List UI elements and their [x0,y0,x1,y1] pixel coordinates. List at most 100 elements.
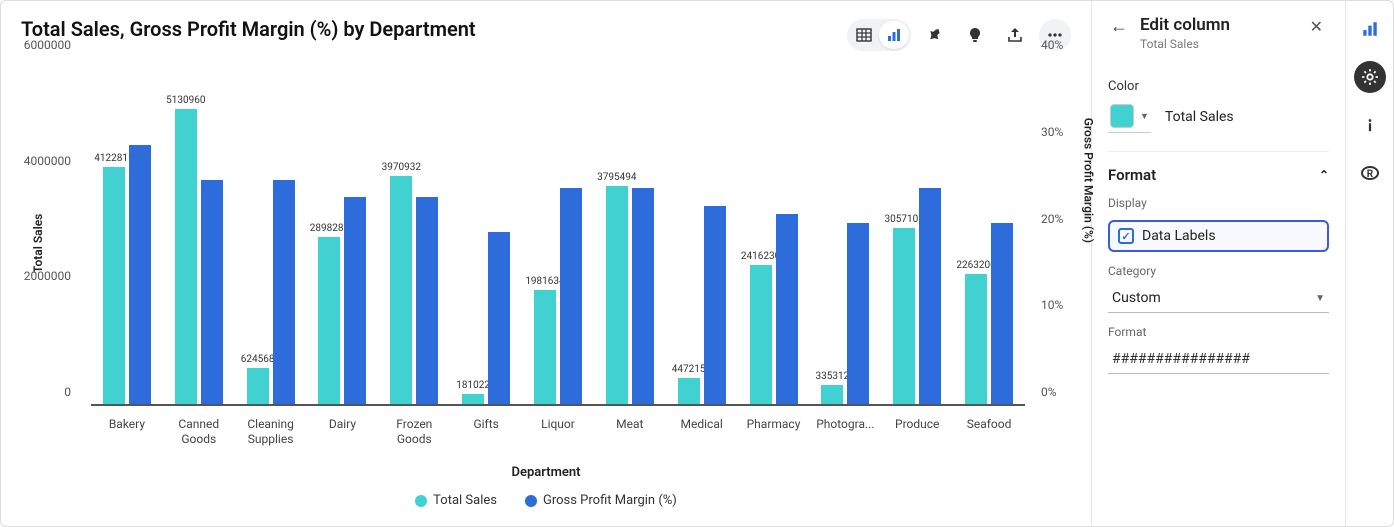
table-view-button[interactable] [849,21,879,49]
bar-total-sales[interactable]: 3970932 [390,176,412,404]
legend-swatch-icon [525,495,537,507]
category-select[interactable]: Custom ▼ [1108,284,1329,313]
bar-total-sales[interactable]: 3057105 [893,228,915,404]
chart-view-button[interactable] [879,21,909,49]
bar-gross-profit[interactable] [919,188,941,404]
bar-total-sales[interactable]: 1981634 [534,290,556,404]
bar-gross-profit[interactable] [560,188,582,404]
x-tick-label: Meat [594,417,666,446]
legend-item[interactable]: Gross Profit Margin (%) [525,493,677,508]
data-label: 3795494 [597,172,636,183]
data-label: 2416230 [741,251,780,262]
pin-button[interactable] [919,19,951,51]
x-tick-label: Gifts [450,417,522,446]
bar-total-sales[interactable]: 2898285 [318,237,340,404]
bar-gross-profit[interactable] [847,223,869,404]
category-group: 3057105 [881,59,953,404]
chart-config-button[interactable] [1354,13,1386,45]
y2-tick: 40% [1041,38,1063,52]
y2-tick: 30% [1041,125,1063,139]
data-label: 2898285 [310,223,349,234]
color-column-name: Total Sales [1165,109,1234,125]
chart-panel: Total Sales, Gross Profit Margin (%) by … [1,1,1091,526]
right-rail: R [1345,1,1393,526]
y2-axis-label: Gross Profit Margin (%) [1081,117,1095,242]
category-group: 2898285 [307,59,379,404]
y2-tick: 10% [1041,298,1063,312]
bar-gross-profit[interactable] [776,214,798,404]
legend-item[interactable]: Total Sales [415,493,497,508]
data-label: 4122811 [94,153,133,164]
info-button[interactable] [1354,109,1386,141]
color-swatch-icon [1110,104,1134,128]
format-input[interactable]: ################ [1108,345,1329,374]
format-section-toggle[interactable]: Format ⌃ [1108,151,1329,184]
panel-subtitle: Total Sales [1140,37,1230,51]
y-tick: 6000000 [24,38,71,52]
bar-gross-profit[interactable] [704,206,726,404]
bar-total-sales[interactable]: 624568 [247,368,269,404]
bar-gross-profit[interactable] [488,232,510,405]
chevron-up-icon: ⌃ [1319,168,1329,182]
close-button[interactable]: ✕ [1304,15,1329,38]
category-group: 4122811 [91,59,163,404]
y2-axis-ticks: 0% 10% 20% 30% 40% [1037,59,1071,406]
bar-gross-profit[interactable] [991,223,1013,404]
color-row: ▼ Total Sales [1108,100,1329,133]
bar-total-sales[interactable]: 181022 [462,394,484,404]
settings-button[interactable] [1354,61,1386,93]
y2-tick: 20% [1041,212,1063,226]
data-label: 624568 [241,354,275,365]
legend-swatch-icon [415,495,427,507]
data-label: 3057105 [885,214,924,225]
category-group: 1981634 [522,59,594,404]
share-button[interactable] [999,19,1031,51]
data-labels-checkbox[interactable]: ✓ Data Labels [1108,220,1329,252]
color-section-label: Color [1108,79,1329,94]
bar-gross-profit[interactable] [416,197,438,404]
x-axis-label: Department [511,465,580,480]
insight-button[interactable] [959,19,991,51]
bar-total-sales[interactable]: 335312 [821,385,843,404]
data-label: 1981634 [525,276,564,287]
x-tick-label: CleaningSupplies [235,417,307,446]
y-tick: 2000000 [24,269,71,283]
bar-gross-profit[interactable] [273,180,295,404]
x-tick-label: Medical [666,417,738,446]
checkbox-checked-icon: ✓ [1118,228,1134,244]
bar-gross-profit[interactable] [344,197,366,404]
bar-gross-profit[interactable] [129,145,151,404]
chevron-down-icon: ▼ [1315,293,1325,304]
category-group: 5130960 [163,59,235,404]
bar-total-sales[interactable]: 5130960 [175,109,197,404]
data-label: 335312 [815,371,849,382]
data-label: 447215 [672,364,706,375]
checkbox-label: Data Labels [1142,228,1216,244]
bar-total-sales[interactable]: 3795494 [606,186,628,404]
view-mode-segment [847,19,911,51]
r-script-button[interactable]: R [1354,157,1386,189]
bar-total-sales[interactable]: 4122811 [103,167,125,404]
bar-gross-profit[interactable] [201,180,223,404]
bar-total-sales[interactable]: 2263206 [965,274,987,404]
category-group: 3795494 [594,59,666,404]
category-group: 447215 [666,59,738,404]
back-button[interactable]: ← [1108,15,1130,37]
x-tick-label: Bakery [91,417,163,446]
edit-column-panel: ← Edit column Total Sales ✕ Color ▼ Tota… [1091,1,1345,526]
bar-total-sales[interactable]: 447215 [678,378,700,404]
bar-total-sales[interactable]: 2416230 [750,265,772,404]
data-label: 181022 [456,380,490,391]
x-tick-label: Dairy [307,417,379,446]
svg-text:R: R [1366,169,1373,180]
x-tick-label: Seafood [953,417,1025,446]
x-tick-label: Photogra... [809,417,881,446]
color-picker[interactable]: ▼ [1108,100,1151,133]
category-group: 335312 [809,59,881,404]
category-group: 624568 [235,59,307,404]
chart-area: Total Sales Gross Profit Margin (%) 0 20… [21,49,1071,516]
format-field-label: Format [1108,325,1329,339]
category-group: 181022 [450,59,522,404]
bar-gross-profit[interactable] [632,188,654,404]
y-tick: 0 [64,385,71,399]
